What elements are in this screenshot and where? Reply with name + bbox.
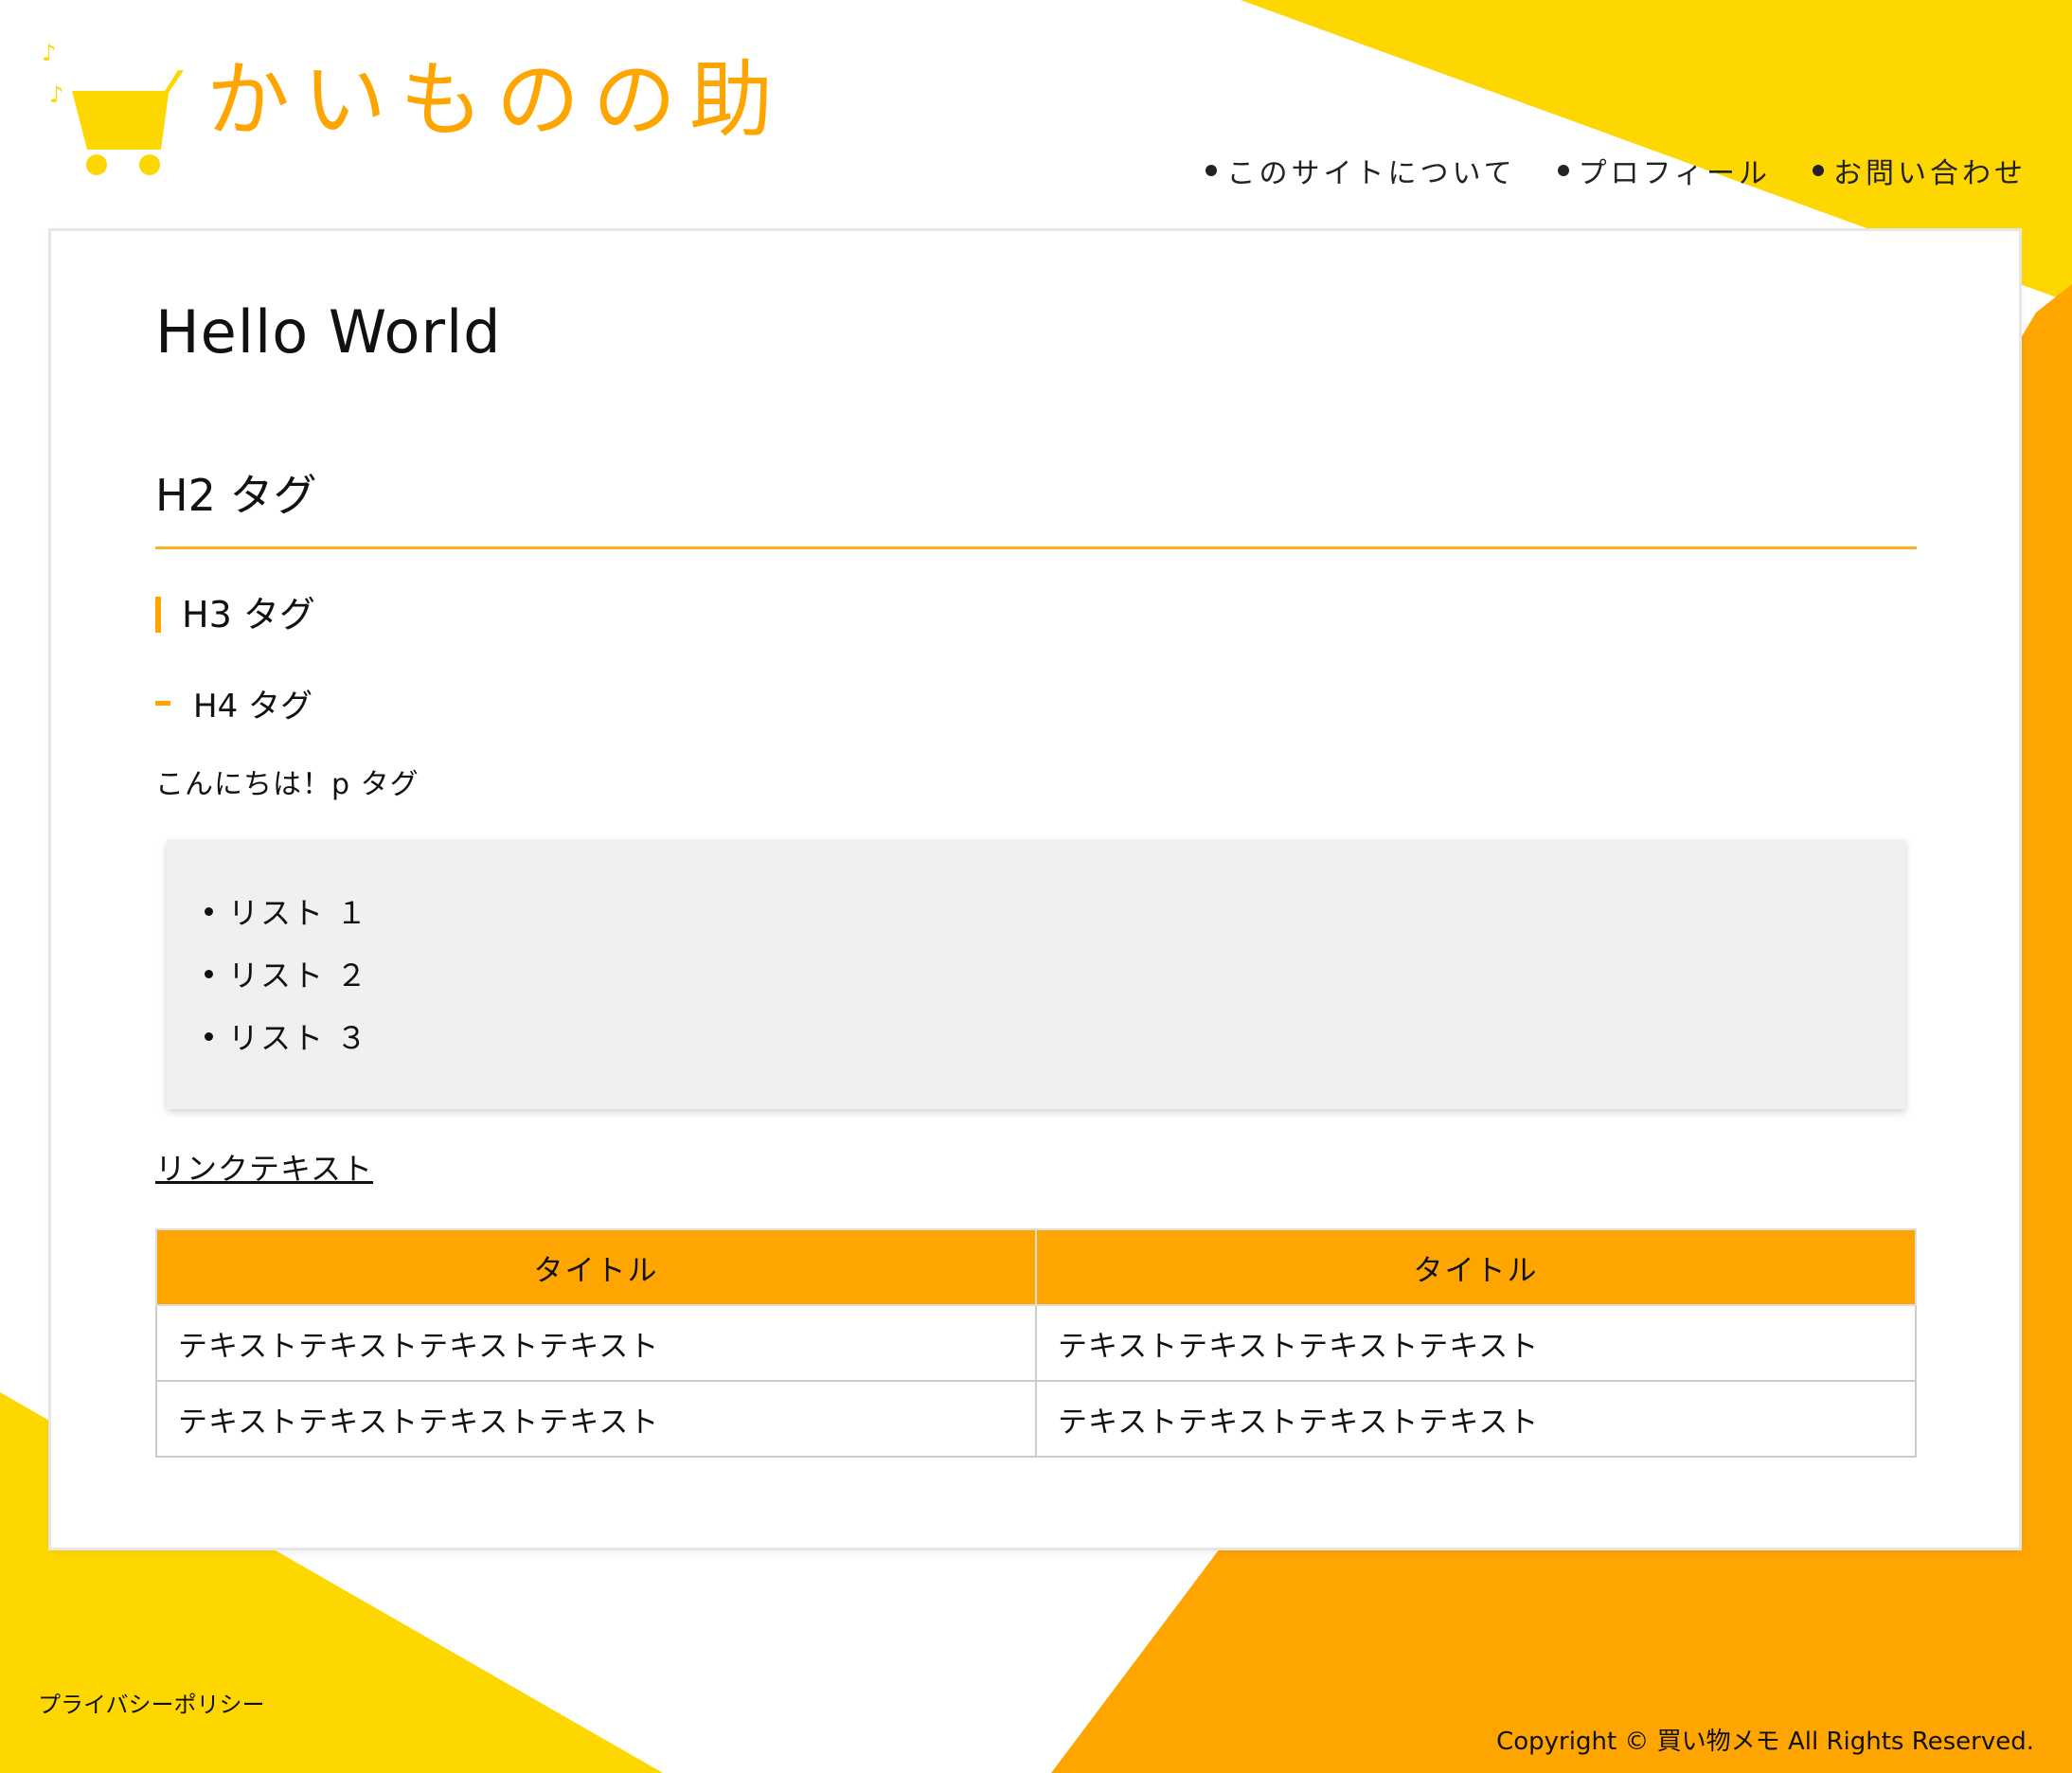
list-item: リスト １ [205, 880, 1905, 942]
privacy-policy-link[interactable]: プライバシーポリシー [38, 1686, 265, 1719]
heading-h2: H2 タグ [155, 461, 1917, 549]
bullet-icon [205, 969, 213, 978]
svg-text:♪: ♪ [42, 40, 56, 66]
list-item-label: リスト １ [228, 895, 369, 931]
nav-item-about[interactable]: このサイトについて [1206, 150, 1515, 191]
list-box: リスト １ リスト ２ リスト ３ [167, 840, 1905, 1109]
nav-item-label: プロフィール [1578, 157, 1771, 190]
nav-item-label: お問い合わせ [1833, 157, 2027, 190]
site-logo-text[interactable]: かいものの助 [206, 59, 786, 142]
list-item: リスト ３ [205, 1005, 1905, 1067]
copyright-text: Copyright © 買い物メモ All Rights Reserved. [1496, 1728, 2034, 1756]
article-content: Hello World H2 タグ H3 タグ H4 タグ こんにちは！p タグ… [155, 297, 1917, 1458]
table-cell: テキストテキストテキストテキスト [1035, 1380, 1917, 1458]
dash-icon [155, 701, 170, 706]
table-header-cell: タイトル [155, 1228, 1037, 1306]
bullet-icon [1206, 165, 1218, 176]
list-item: リスト ２ [205, 942, 1905, 1005]
nav-item-label: このサイトについて [1226, 157, 1516, 190]
bullet-icon [1813, 165, 1824, 176]
data-table: タイトル タイトル テキストテキストテキストテキスト テキストテキストテキストテ… [155, 1228, 1917, 1458]
paragraph: こんにちは！p タグ [155, 768, 420, 801]
bullet-list: リスト １ リスト ２ リスト ３ [205, 880, 1905, 1067]
main-card: Hello World H2 タグ H3 タグ H4 タグ こんにちは！p タグ… [51, 231, 2019, 1548]
table-cell: テキストテキストテキストテキスト [155, 1304, 1037, 1382]
svg-text:♪: ♪ [49, 81, 63, 108]
table-cell: テキストテキストテキストテキスト [1035, 1304, 1917, 1382]
table-row: テキストテキストテキストテキスト テキストテキストテキストテキスト [155, 1380, 1917, 1458]
link-text[interactable]: リンクテキスト [155, 1145, 373, 1189]
list-item-label: リスト ３ [228, 1020, 369, 1056]
table-header-cell: タイトル [1035, 1228, 1917, 1306]
table-row: テキストテキストテキストテキスト テキストテキストテキストテキスト [155, 1304, 1917, 1382]
page-title: Hello World [155, 297, 502, 367]
bullet-icon [205, 1031, 213, 1041]
list-item-label: リスト ２ [228, 958, 369, 994]
nav-item-profile[interactable]: プロフィール [1557, 150, 1771, 191]
table-cell: テキストテキストテキストテキスト [155, 1380, 1037, 1458]
global-nav: このサイトについて プロフィール お問い合わせ [1206, 150, 2027, 191]
heading-h4: H4 タグ [155, 680, 1917, 726]
bullet-icon [1557, 165, 1569, 176]
nav-item-contact[interactable]: お問い合わせ [1813, 150, 2027, 191]
heading-h4-label: H4 タグ [193, 688, 313, 725]
table-header-row: タイトル タイトル [155, 1228, 1917, 1306]
heading-h3: H3 タグ [155, 597, 1917, 633]
bullet-icon [205, 906, 213, 916]
